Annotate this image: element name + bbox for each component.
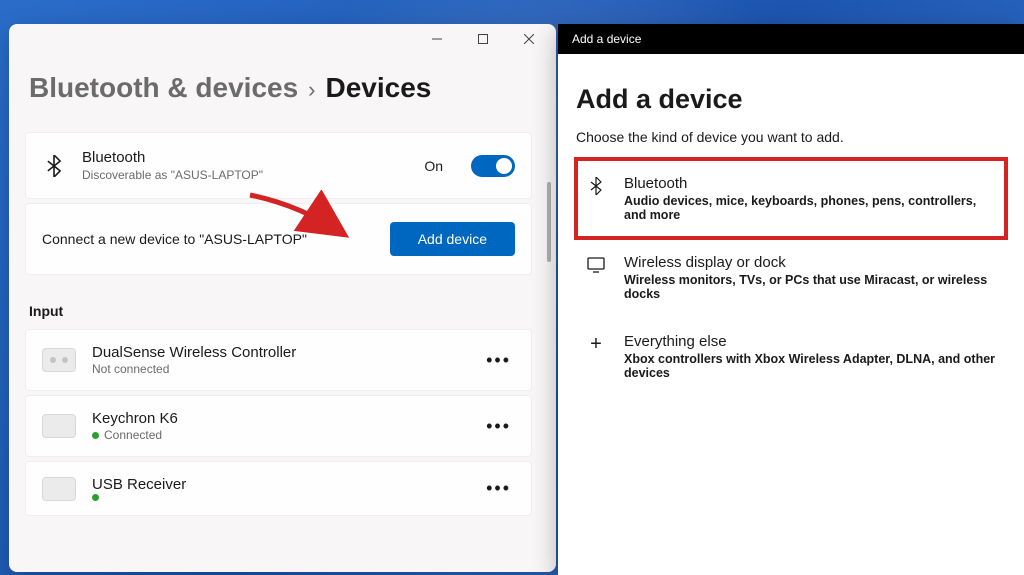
device-name: Keychron K6	[92, 410, 466, 427]
plus-icon: +	[586, 333, 606, 353]
controller-icon	[42, 348, 76, 372]
close-button[interactable]	[506, 25, 552, 53]
window-titlebar	[9, 24, 556, 54]
minimize-button[interactable]	[414, 25, 460, 53]
breadcrumb: Bluetooth & devices › Devices	[25, 72, 550, 104]
option-bluetooth[interactable]: Bluetooth Audio devices, mice, keyboards…	[576, 159, 1006, 238]
device-name: DualSense Wireless Controller	[92, 344, 466, 361]
connect-device-card: Connect a new device to "ASUS-LAPTOP" Ad…	[25, 203, 532, 275]
bluetooth-card: Bluetooth Discoverable as "ASUS-LAPTOP" …	[25, 132, 532, 199]
option-description: Xbox controllers with Xbox Wireless Adap…	[624, 352, 996, 380]
bluetooth-icon	[42, 155, 66, 177]
option-title: Wireless display or dock	[624, 254, 996, 271]
dialog-titlebar: Add a device	[558, 24, 1024, 54]
device-status: Not connected	[92, 362, 466, 376]
device-status	[92, 494, 466, 501]
device-status: Connected	[92, 428, 466, 442]
keyboard-icon	[42, 414, 76, 438]
display-icon	[586, 254, 606, 274]
connected-dot-icon	[92, 494, 99, 501]
option-description: Wireless monitors, TVs, or PCs that use …	[624, 273, 996, 301]
connect-device-text: Connect a new device to "ASUS-LAPTOP"	[42, 231, 374, 247]
more-button[interactable]: •••	[482, 416, 515, 437]
more-button[interactable]: •••	[482, 350, 515, 371]
device-name: USB Receiver	[92, 476, 466, 493]
breadcrumb-current: Devices	[326, 72, 432, 104]
option-everything-else[interactable]: + Everything else Xbox controllers with …	[576, 317, 1006, 396]
connected-dot-icon	[92, 432, 99, 439]
device-item-controller[interactable]: DualSense Wireless Controller Not connec…	[25, 329, 532, 391]
scrollbar[interactable]	[547, 182, 551, 262]
maximize-button[interactable]	[460, 25, 506, 53]
option-wireless-display[interactable]: Wireless display or dock Wireless monito…	[576, 238, 1006, 317]
dialog-heading: Add a device	[576, 84, 1006, 115]
bluetooth-subtitle: Discoverable as "ASUS-LAPTOP"	[82, 168, 408, 182]
breadcrumb-parent[interactable]: Bluetooth & devices	[29, 72, 298, 104]
section-label-input: Input	[25, 303, 550, 319]
option-description: Audio devices, mice, keyboards, phones, …	[624, 194, 996, 222]
bluetooth-status-label: On	[424, 158, 443, 174]
add-device-button[interactable]: Add device	[390, 222, 515, 256]
option-title: Everything else	[624, 333, 996, 350]
breadcrumb-separator-icon: ›	[308, 77, 315, 103]
more-button[interactable]: •••	[482, 478, 515, 499]
add-device-dialog: Add a device Add a device Choose the kin…	[558, 24, 1024, 575]
option-title: Bluetooth	[624, 175, 996, 192]
bluetooth-icon	[586, 175, 606, 195]
bluetooth-title: Bluetooth	[82, 149, 408, 166]
keyboard-icon	[42, 477, 76, 501]
bluetooth-toggle[interactable]	[471, 155, 515, 177]
dialog-titlebar-text: Add a device	[572, 32, 641, 46]
dialog-subheading: Choose the kind of device you want to ad…	[576, 129, 1006, 145]
settings-window: Bluetooth & devices › Devices Bluetooth …	[9, 24, 556, 572]
device-item-keyboard[interactable]: Keychron K6 Connected •••	[25, 395, 532, 457]
device-item-receiver[interactable]: USB Receiver •••	[25, 461, 532, 516]
